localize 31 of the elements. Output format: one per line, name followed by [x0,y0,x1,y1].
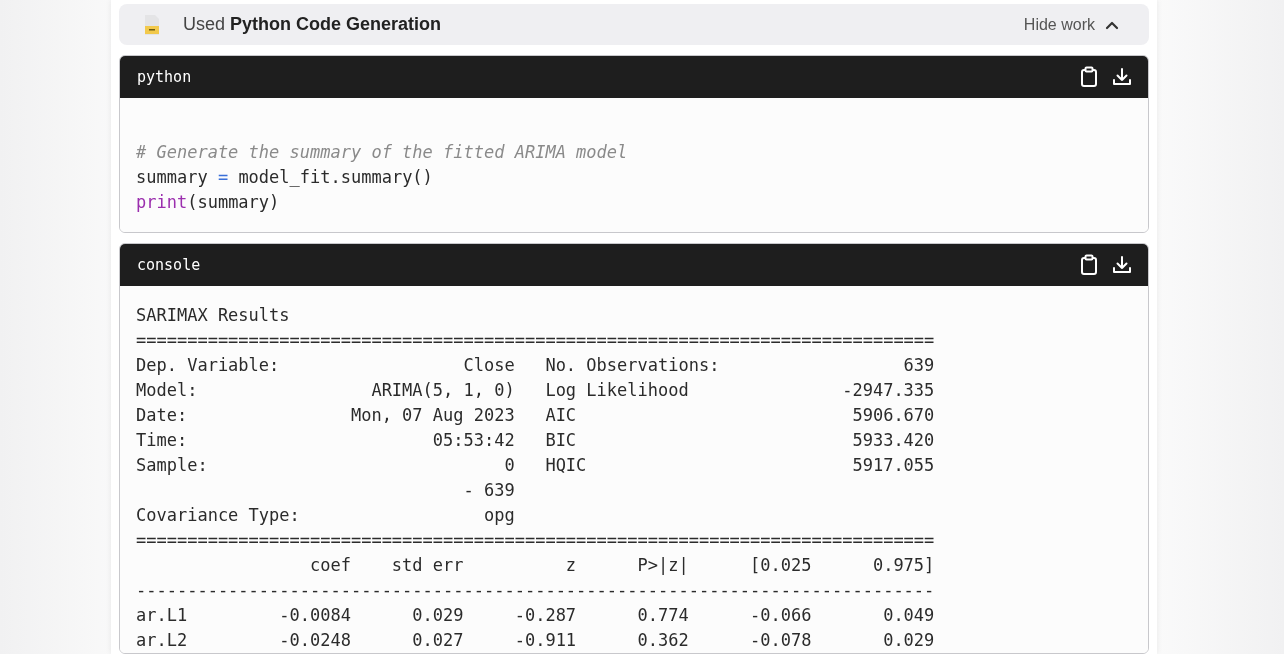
console-line: Dep. Variable: Close No. Observations: 639 [136,354,936,377]
download-button[interactable] [1112,67,1132,87]
console-line: ar.L2 -0.0248 0.027 -0.911 0.362 -0.078 0.029 [136,629,936,652]
console-line: Time: 05:53:42 BIC 5933.420 [136,429,936,452]
download-icon [1112,67,1132,87]
tool-usage-text: Used Python Code Generation [183,14,442,35]
console-line: - 639 [462,479,516,502]
download-icon [1112,255,1132,275]
console-line: ============================================================================== [136,529,936,552]
console-line: ============================================================================== [136,329,936,352]
console-line: Date: Mon, 07 Aug 2023 AIC 5906.670 [136,404,936,427]
copy-button[interactable] [1080,66,1098,88]
python-file-icon [143,13,161,36]
hide-work-toggle[interactable]: Hide work [1023,15,1119,34]
download-button[interactable] [1112,255,1132,275]
console-line: coef std err z P>|z| [0.025 0.975] [309,554,936,577]
code-line: print(summary) [136,191,281,214]
console-line: Covariance Type: opg [136,504,516,527]
console-line: Model: ARIMA(5, 1, 0) Log Likelihood -2947.335 [136,379,936,402]
code-line: # Generate the summary of the fitted ARIMA model [136,141,629,164]
console-line: SARIMAX Results [136,304,291,327]
console-line: ------------------------------------------------------------------------------ [136,579,936,602]
clipboard-icon [1080,66,1098,88]
chevron-icon [1105,19,1119,30]
language-label: python [137,68,192,86]
console-line: Sample: 0 HQIC 5917.055 [136,454,936,477]
console-label: console [137,256,201,274]
code-line: summary = model_fit.summary() [136,166,434,189]
copy-button[interactable] [1080,254,1098,276]
console-line: ar.L1 -0.0084 0.029 -0.287 0.774 -0.066 0.049 [136,604,936,627]
clipboard-icon [1080,254,1098,276]
